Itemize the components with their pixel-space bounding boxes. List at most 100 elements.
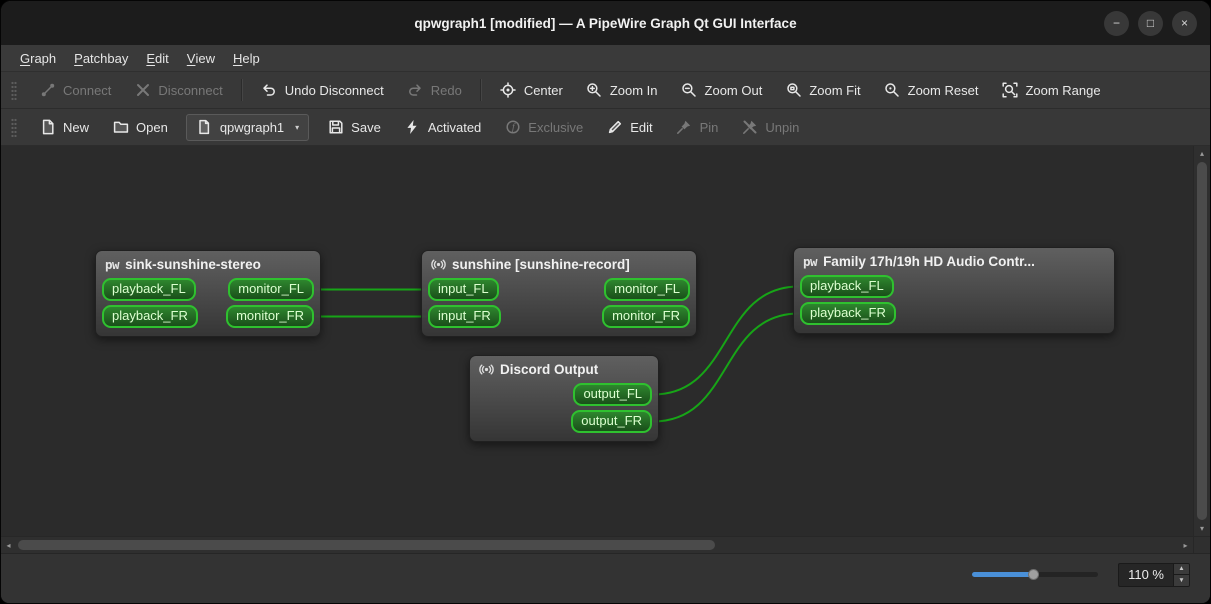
horizontal-scroll-thumb[interactable] [18, 540, 716, 550]
patchbay-unpin-button[interactable]: Unpin [731, 114, 809, 141]
close-button[interactable]: × [1172, 10, 1197, 36]
port-monitor_FR[interactable]: monitor_FR [226, 305, 314, 328]
patchbay-save-label: Save [351, 119, 381, 135]
patchbay-profile-combo[interactable]: qpwgraph1 ▾ [185, 113, 310, 141]
graph-node-family[interactable]: pw Family 17h/19h HD Audio Contr... playba… [793, 247, 1115, 334]
port-playback_FL[interactable]: playback_FL [102, 278, 196, 301]
graph-disconnect-button[interactable]: Disconnect [124, 77, 232, 104]
graph-toolbar: Connect Disconnect Undo Disconnect Redo Cent… [1, 72, 1210, 109]
zoom-spin-up-button[interactable]: ▲ [1174, 563, 1189, 575]
graph-canvas[interactable]: pw sink-sunshine-stereo playback_FL monitor… [1, 146, 1193, 536]
graph-zoom-range-button[interactable]: Zoom Range [991, 77, 1110, 104]
toolbar-drag-handle[interactable] [11, 80, 17, 100]
menu-view[interactable]: View [178, 45, 224, 71]
node-header[interactable]: pw Family 17h/19h HD Audio Contr... [800, 252, 1108, 275]
port-playback_FL[interactable]: playback_FL [800, 275, 894, 298]
zoom-range-icon [1001, 82, 1018, 99]
port-output_FL[interactable]: output_FL [573, 383, 652, 406]
app-window: qpwgraph1 [modified] — A PipeWire Graph … [0, 0, 1211, 604]
graph-undo-label: Undo Disconnect [284, 82, 384, 98]
graph-center-button[interactable]: Center [490, 77, 573, 104]
graph-zoom-reset-label: Zoom Reset [907, 82, 979, 98]
pipewire-icon: pw [803, 254, 818, 269]
patchbay-open-button[interactable]: Open [102, 114, 178, 141]
scroll-left-arrow-icon[interactable]: ◂ [1, 537, 16, 553]
scroll-up-arrow-icon[interactable]: ▴ [1194, 146, 1210, 161]
patchbay-pin-label: Pin [699, 119, 719, 135]
graph-connect-label: Connect [63, 82, 112, 98]
patchbay-save-button[interactable]: Save [317, 114, 391, 141]
minimize-button[interactable]: − [1104, 10, 1129, 36]
scroll-right-arrow-icon[interactable]: ▸ [1178, 537, 1193, 553]
new-icon [39, 119, 56, 136]
patchbay-exclusive-button[interactable]: f Exclusive [494, 114, 593, 141]
open-icon [112, 119, 129, 136]
horizontal-scrollbar[interactable]: ◂ ▸ [1, 537, 1193, 553]
center-icon [500, 82, 517, 99]
zoom-slider-handle[interactable] [1027, 568, 1039, 580]
connections-layer [314, 285, 800, 423]
scroll-down-arrow-icon[interactable]: ▾ [1194, 521, 1210, 536]
maximize-icon: □ [1146, 16, 1155, 30]
vertical-scrollbar[interactable]: ▴ ▾ [1193, 146, 1210, 536]
patchbay-profile-label: qpwgraph1 [219, 119, 285, 135]
graph-node-sink[interactable]: pw sink-sunshine-stereo playback_FLmonitor… [95, 250, 321, 337]
node-header[interactable]: sunshine [sunshine-record] [428, 255, 690, 278]
zoom-value[interactable]: 110 % [1119, 564, 1173, 586]
zoom-slider-fill [972, 572, 1033, 577]
graph-center-label: Center [523, 82, 563, 98]
graph-zoom-in-button[interactable]: Zoom In [576, 77, 668, 104]
menu-edit[interactable]: Edit [137, 45, 177, 71]
file-icon [196, 119, 213, 136]
graph-zoom-fit-label: Zoom Fit [809, 82, 861, 98]
disconnect-icon [134, 82, 151, 99]
node-header[interactable]: Discord Output [476, 360, 652, 383]
graph-zoom-fit-button[interactable]: Zoom Fit [775, 77, 870, 104]
menu-patchbay[interactable]: Patchbay [65, 45, 137, 71]
graph-undo-button[interactable]: Undo Disconnect [251, 77, 394, 104]
port-monitor_FL[interactable]: monitor_FL [604, 278, 690, 301]
save-icon [327, 119, 344, 136]
graph-redo-button[interactable]: Redo [397, 77, 472, 104]
port-playback_FR[interactable]: playback_FR [102, 305, 198, 328]
node-header[interactable]: pw sink-sunshine-stereo [102, 255, 314, 278]
graph-node-discord[interactable]: Discord Output output_FL output_FR [469, 355, 659, 442]
patchbay-exclusive-label: Exclusive [528, 119, 584, 135]
zoom-slider[interactable] [972, 566, 1099, 584]
menu-graph[interactable]: Graph [11, 45, 65, 71]
toolbar-drag-handle[interactable] [11, 117, 17, 137]
graph-node-sunshine[interactable]: sunshine [sunshine-record] input_FLmonito… [421, 250, 697, 337]
graph-disconnect-label: Disconnect [158, 82, 223, 98]
port-playback_FR[interactable]: playback_FR [800, 302, 896, 325]
port-monitor_FR[interactable]: monitor_FR [602, 305, 690, 328]
port-output_FR[interactable]: output_FR [571, 410, 652, 433]
maximize-button[interactable]: □ [1138, 10, 1163, 36]
zoom-out-icon [681, 82, 698, 99]
zoom-fit-icon [785, 82, 802, 99]
graph-zoom-reset-button[interactable]: Zoom Reset [874, 77, 989, 104]
patchbay-activated-button[interactable]: Activated [394, 114, 491, 141]
monitor-icon [479, 362, 494, 377]
horizontal-scroll-track[interactable] [16, 537, 1178, 553]
patchbay-pin-button[interactable]: Pin [666, 114, 729, 141]
port-input_FL[interactable]: input_FL [428, 278, 499, 301]
connect-icon [39, 82, 56, 99]
zoom-spinbox[interactable]: 110 % ▲ ▼ [1118, 562, 1190, 587]
monitor-icon [431, 257, 446, 272]
menu-help[interactable]: Help [224, 45, 269, 71]
zoom-spin-down-button[interactable]: ▼ [1174, 575, 1189, 586]
patchbay-edit-label: Edit [630, 119, 653, 135]
scrollbar-corner [1193, 537, 1210, 553]
port-monitor_FL[interactable]: monitor_FL [228, 278, 314, 301]
titlebar[interactable]: qpwgraph1 [modified] — A PipeWire Graph … [1, 1, 1210, 45]
patchbay-activated-label: Activated [427, 119, 482, 135]
port-input_FR[interactable]: input_FR [428, 305, 501, 328]
toolbar-separator [479, 79, 482, 101]
graph-connect-button[interactable]: Connect [29, 77, 121, 104]
zoom-spin-arrows: ▲ ▼ [1173, 563, 1189, 586]
graph-zoom-out-button[interactable]: Zoom Out [671, 77, 773, 104]
vertical-scroll-thumb[interactable] [1197, 162, 1207, 520]
patchbay-new-button[interactable]: New [29, 114, 99, 141]
patchbay-edit-button[interactable]: Edit [596, 114, 662, 141]
zoom-in-icon [586, 82, 603, 99]
